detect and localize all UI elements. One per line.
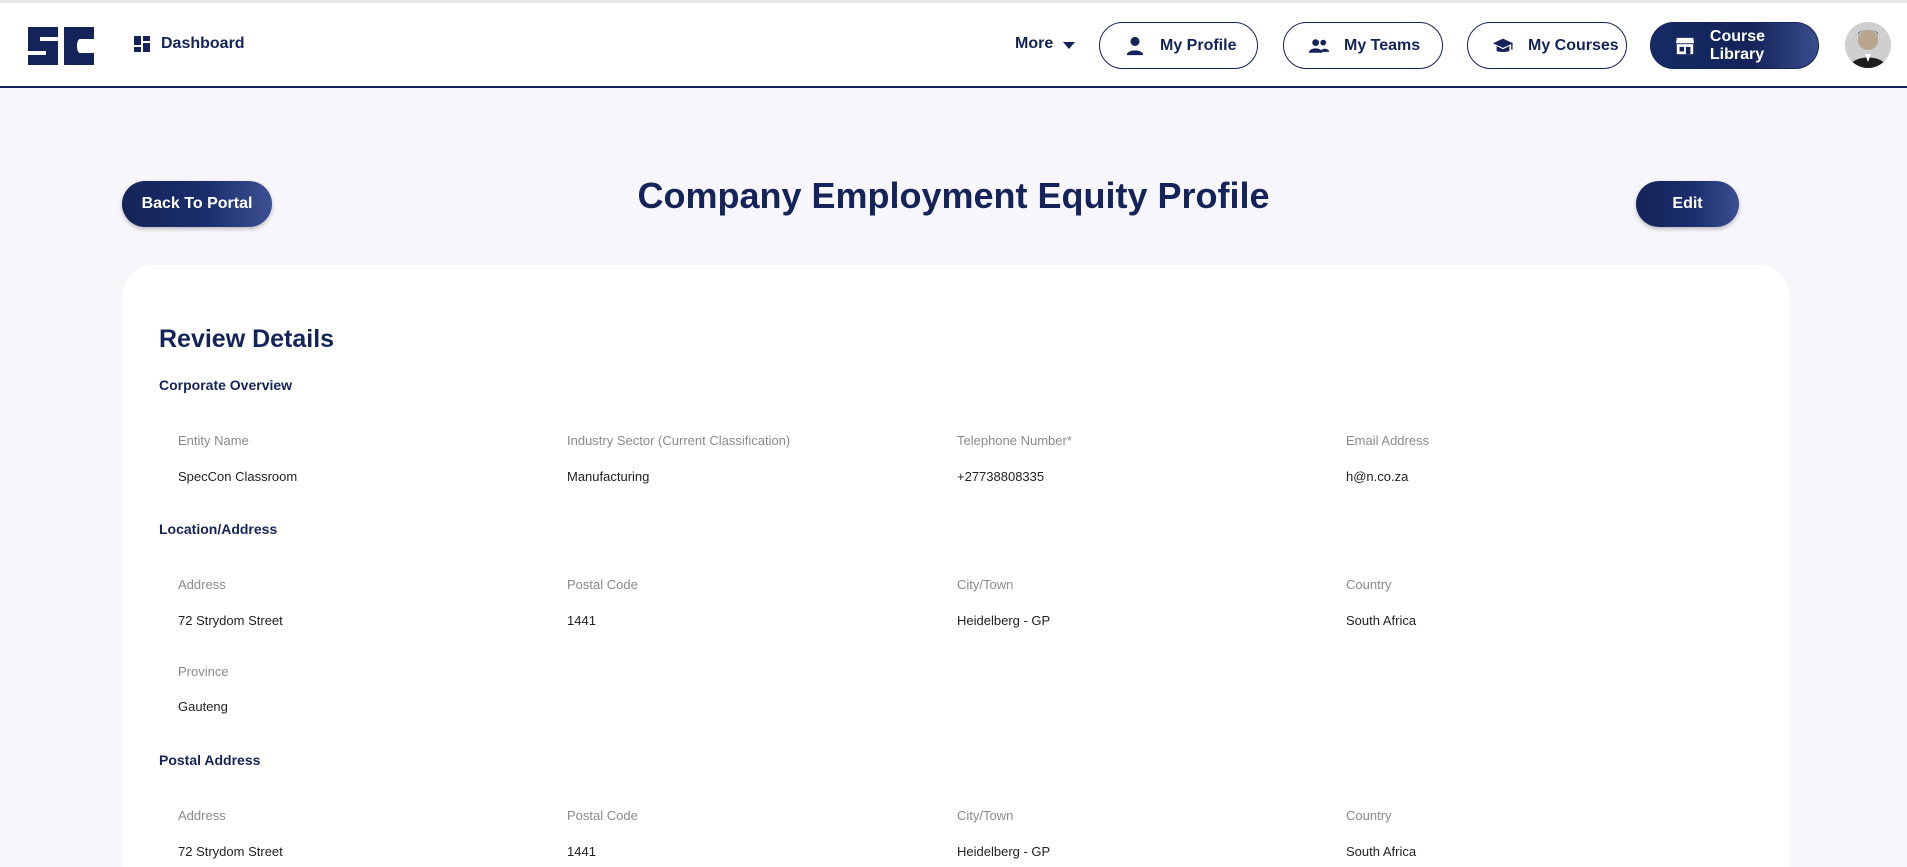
more-label: More xyxy=(1015,35,1054,52)
more-menu[interactable]: More xyxy=(1015,35,1076,53)
user-icon xyxy=(1124,35,1146,57)
back-to-portal-button[interactable]: Back To Portal xyxy=(122,181,272,227)
store-icon xyxy=(1675,35,1696,57)
my-teams-button[interactable]: My Teams xyxy=(1283,22,1443,69)
field-label: City/Town xyxy=(957,808,1014,823)
caret-down-icon xyxy=(1063,41,1076,49)
field-label: Email Address xyxy=(1346,433,1430,448)
field-value: +27738808335 xyxy=(957,469,1045,484)
user-avatar[interactable] xyxy=(1845,22,1891,68)
field-value: SpecCon Classroom xyxy=(178,469,298,484)
field-value: 1441 xyxy=(567,844,596,859)
section-location-address: Location/Address xyxy=(159,521,278,537)
field-label: Entity Name xyxy=(178,433,249,448)
course-library-button[interactable]: Course Library xyxy=(1650,22,1819,69)
field-label: Province xyxy=(178,664,229,679)
team-icon xyxy=(1308,35,1330,57)
field-label: Country xyxy=(1346,577,1392,592)
my-profile-label: My Profile xyxy=(1160,36,1237,54)
field-label: Address xyxy=(178,577,226,592)
field-value: South Africa xyxy=(1346,613,1417,628)
review-details-card: Review Details Corporate Overview Entity… xyxy=(122,265,1790,867)
my-courses-button[interactable]: My Courses xyxy=(1467,22,1627,69)
field-label: Postal Code xyxy=(567,577,638,592)
field-value: 1441 xyxy=(567,613,596,628)
dashboard-label: Dashboard xyxy=(161,35,245,52)
edit-button[interactable]: Edit xyxy=(1636,181,1739,227)
top-navbar: SC Dashboard More My Profile xyxy=(0,3,1907,88)
field-value: Gauteng xyxy=(178,699,228,714)
section-postal-address: Postal Address xyxy=(159,752,261,768)
field-label: Country xyxy=(1346,808,1392,823)
dashboard-icon xyxy=(133,35,151,53)
my-teams-label: My Teams xyxy=(1344,36,1421,54)
card-title: Review Details xyxy=(159,325,335,353)
dashboard-link[interactable]: Dashboard xyxy=(133,35,245,53)
field-label: City/Town xyxy=(957,577,1014,592)
field-label: Industry Sector (Current Classification) xyxy=(567,433,791,448)
my-courses-label: My Courses xyxy=(1528,36,1619,54)
field-label: Telephone Number* xyxy=(957,433,1072,448)
field-value: Manufacturing xyxy=(567,469,650,484)
field-label: Postal Code xyxy=(567,808,638,823)
field-value: h@n.co.za xyxy=(1346,469,1409,484)
section-corporate-overview: Corporate Overview xyxy=(159,377,293,393)
field-label: Address xyxy=(178,808,226,823)
field-value: Heidelberg - GP xyxy=(957,844,1051,859)
field-value: 72 Strydom Street xyxy=(178,844,283,859)
course-library-label: Course Library xyxy=(1709,27,1766,63)
logo-icon[interactable]: SC xyxy=(24,23,98,69)
graduation-cap-icon xyxy=(1492,35,1514,57)
my-profile-button[interactable]: My Profile xyxy=(1099,22,1258,69)
field-value: 72 Strydom Street xyxy=(178,613,283,628)
field-value: Heidelberg - GP xyxy=(957,613,1051,628)
page-title: Company Employment Equity Profile xyxy=(637,175,1270,216)
field-value: South Africa xyxy=(1346,844,1417,859)
